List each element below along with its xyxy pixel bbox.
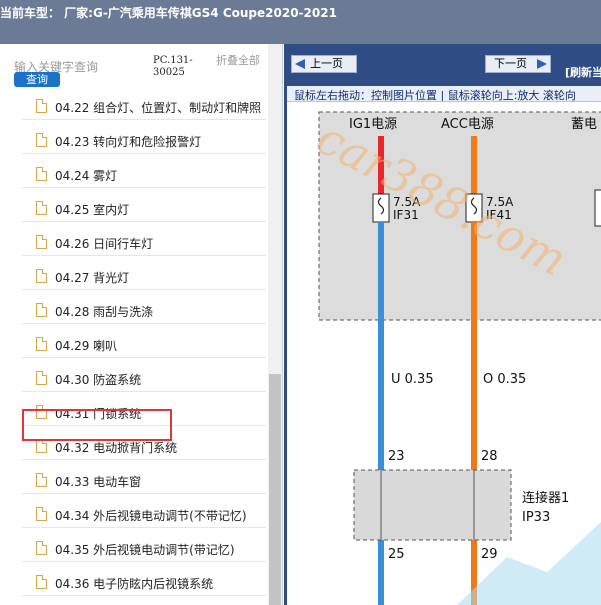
pin-number: 23	[388, 449, 405, 464]
list-item-label: 04.36 电子防眩内后视镜系统	[55, 577, 214, 591]
connector-code: IP33	[522, 510, 550, 525]
prev-page-label: 上一页	[310, 57, 343, 70]
list-item[interactable]: 04.35 外后视镜电动调节(带记忆)	[22, 536, 266, 562]
collapse-all-link[interactable]: 折叠全部	[216, 55, 260, 67]
list-item-label: 04.25 室内灯	[55, 203, 130, 217]
sidebar-scrollbar[interactable]	[268, 44, 282, 605]
wire-label-blue: U 0.35	[391, 372, 434, 387]
document-icon	[36, 167, 47, 181]
wire-orange	[471, 222, 477, 605]
window-title: 当前车型： 厂家:G-广汽乘用车传祺GS4 Coupe2020-2021	[0, 6, 337, 20]
power-label-acc: ACC电源	[441, 117, 494, 132]
document-icon	[36, 303, 47, 317]
connector-label: 连接器1	[522, 490, 569, 506]
document-icon	[36, 575, 47, 589]
arrow-right-icon	[537, 59, 547, 69]
prev-page-button[interactable]: 上一页	[291, 55, 357, 73]
wiring-diagram-svg: IG1电源 ACC电源 蓄电 7.5A IF31 7.5A IF41 U 0.3…	[308, 110, 601, 605]
list-item-label: 04.26 日间行车灯	[55, 237, 154, 251]
list-item[interactable]: 04.29 喇叭	[22, 332, 266, 358]
list-item[interactable]: 04.33 电动车窗	[22, 468, 266, 494]
document-icon	[36, 371, 47, 385]
usage-hint: 鼠标左右拖动：控制图片位置 | 鼠标滚轮向上:放大 滚轮向	[294, 89, 576, 102]
chapter-tree: 04.22 组合灯、位置灯、制动灯和牌照 04.23 转向灯和危险报警灯 04.…	[22, 94, 266, 605]
list-item-label: 04.35 外后视镜电动调节(带记忆)	[55, 543, 235, 557]
wire-blue	[378, 222, 384, 605]
list-item-label: 04.28 雨刮与洗涤	[55, 305, 154, 319]
document-icon	[36, 133, 47, 147]
pin-number: 25	[388, 547, 405, 562]
next-page-button[interactable]: 下一页	[485, 55, 551, 73]
selection-highlight	[22, 409, 172, 441]
list-item[interactable]: 04.24 雾灯	[22, 162, 266, 188]
document-icon	[36, 201, 47, 215]
usage-hint-bar: 鼠标左右拖动：控制图片位置 | 鼠标滚轮向上:放大 滚轮向	[287, 86, 601, 102]
list-item[interactable]: 04.22 组合灯、位置灯、制动灯和牌照	[22, 94, 266, 120]
document-icon	[36, 541, 47, 555]
pin-number: 29	[481, 547, 498, 562]
list-item-label: 04.22 组合灯、位置灯、制动灯和牌照	[55, 101, 262, 115]
next-page-label: 下一页	[494, 57, 527, 70]
title-bar: 当前车型： 厂家:G-广汽乘用车传祺GS4 Coupe2020-2021	[0, 0, 601, 44]
viewer-toolbar: 上一页 下一页 [刷新当	[287, 44, 601, 86]
wire-label-orange: O 0.35	[483, 372, 526, 387]
list-item-selected[interactable]: 04.30 防盗系统	[22, 366, 266, 392]
power-label-battery: 蓄电	[571, 117, 597, 132]
wiring-diagram[interactable]: IG1电源 ACC电源 蓄电 7.5A IF31 7.5A IF41 U 0.3…	[287, 102, 601, 605]
document-icon	[36, 99, 47, 113]
list-item-label: 04.27 背光灯	[55, 271, 130, 285]
catalog-code: PC.131-30025	[153, 55, 193, 78]
list-item[interactable]: 04.26 日间行车灯	[22, 230, 266, 256]
document-icon	[36, 473, 47, 487]
pin-number: 28	[481, 449, 498, 464]
list-item[interactable]: 04.28 雨刮与洗涤	[22, 298, 266, 324]
list-item-label: 04.30 防盗系统	[55, 373, 142, 387]
list-item-label: 04.23 转向灯和危险报警灯	[55, 135, 202, 149]
connector-ip33	[353, 469, 512, 541]
query-button[interactable]: 查询	[14, 72, 60, 87]
document-icon	[36, 439, 47, 453]
diagram-viewer: 上一页 下一页 [刷新当 鼠标左右拖动：控制图片位置 | 鼠标滚轮向上:放大 滚…	[284, 44, 601, 605]
list-item[interactable]: 04.27 背光灯	[22, 264, 266, 290]
refresh-link[interactable]: [刷新当	[565, 64, 601, 80]
document-icon	[36, 507, 47, 521]
arrow-left-icon	[295, 59, 305, 69]
document-icon	[36, 235, 47, 249]
list-item[interactable]: 04.36 电子防眩内后视镜系统	[22, 570, 266, 596]
list-item-label: 04.34 外后视镜电动调节(不带记忆)	[55, 509, 247, 523]
scrollbar-thumb[interactable]	[269, 374, 281, 605]
document-icon	[36, 269, 47, 283]
list-item-label: 04.24 雾灯	[55, 169, 118, 183]
list-item[interactable]: 04.34 外后视镜电动调节(不带记忆)	[22, 502, 266, 528]
catalog-sidebar: 输入关键字查询 查询 PC.131-30025 折叠全部 04.22 组合灯、位…	[0, 44, 283, 605]
list-item-label: 04.33 电动车窗	[55, 475, 142, 489]
list-item-label: 04.29 喇叭	[55, 339, 118, 353]
document-icon	[36, 337, 47, 351]
list-item[interactable]: 04.23 转向灯和危险报警灯	[22, 128, 266, 154]
list-item[interactable]: 04.25 室内灯	[22, 196, 266, 222]
fuse-partial	[594, 189, 601, 227]
list-item-label: 04.32 电动掀背门系统	[55, 441, 178, 455]
